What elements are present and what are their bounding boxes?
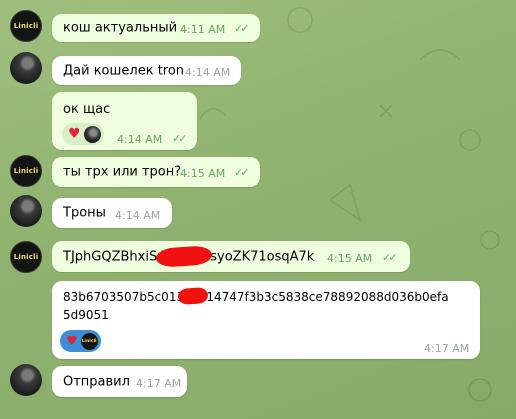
- reactor-avatar: Linicli: [80, 332, 98, 350]
- message-bubble[interactable]: 83b6703507b5c013 e14747f3b3c5838ce788920…: [52, 281, 480, 359]
- read-checks-icon: ✓✓: [382, 251, 398, 264]
- message-time: 4:17 AM: [136, 377, 182, 390]
- message-text: Отправил: [63, 374, 130, 389]
- message-time: 4:15 AM: [327, 252, 373, 265]
- message-bubble[interactable]: ок щас ♥ 4:14 AM ✓✓: [52, 92, 197, 150]
- message-bubble[interactable]: кош актуальный 4:11 AM ✓✓: [52, 14, 260, 42]
- reaction-pill[interactable]: ♥: [62, 123, 104, 145]
- avatar[interactable]: [10, 364, 42, 396]
- avatar[interactable]: [10, 195, 42, 227]
- message-time: 4:11 AM: [180, 23, 226, 36]
- avatar-logo-text: Linicli: [13, 167, 39, 175]
- avatar-logo-text: Linicli: [13, 22, 39, 30]
- message-text: ты трх или трон?: [63, 164, 182, 180]
- reaction-row[interactable]: ♥ Linicli: [60, 330, 101, 352]
- avatar[interactable]: [10, 52, 42, 84]
- message-bubble[interactable]: Отправил 4:17 AM: [52, 366, 187, 397]
- message-text-line2: 5d9051: [63, 308, 109, 322]
- avatar[interactable]: Linicli: [10, 155, 42, 187]
- avatar[interactable]: Linicli: [10, 241, 42, 273]
- reaction-row[interactable]: ♥: [62, 123, 104, 145]
- message-text: кош актуальный: [63, 20, 178, 36]
- message-time: 4:14 AM: [115, 209, 161, 222]
- message-time: 4:17 AM: [424, 342, 470, 355]
- read-checks-icon: ✓✓: [172, 132, 188, 145]
- reactor-avatar: [83, 125, 101, 143]
- message-text-start: TJphGQZBhxiS4: [63, 249, 166, 264]
- reaction-pill[interactable]: ♥ Linicli: [60, 330, 101, 352]
- message-text-line1-end: e14747f3b3c5838ce78892088d036b0efa: [199, 290, 449, 304]
- heart-icon: ♥: [66, 333, 78, 349]
- message-bubble[interactable]: Дай кошелек tron 4:14 AM: [52, 56, 241, 85]
- message-bubble[interactable]: Троны 4:14 AM: [52, 198, 172, 228]
- message-bubble[interactable]: ты трх или трон? 4:15 AM ✓✓: [52, 157, 260, 187]
- message-text: ок щас: [63, 102, 111, 117]
- message-text: Дай кошелек tron: [63, 63, 185, 78]
- read-checks-icon: ✓✓: [234, 22, 250, 35]
- read-checks-icon: ✓✓: [234, 166, 250, 179]
- message-bubble[interactable]: TJphGQZBhxiS4 dsyoZK71osqA7k 4:15 AM ✓✓: [52, 241, 410, 272]
- message-time: 4:15 AM: [180, 167, 226, 180]
- avatar-logo-text: Linicli: [13, 253, 39, 261]
- message-time: 4:14 AM: [185, 66, 231, 79]
- message-time: 4:14 AM: [117, 133, 163, 146]
- reactor-logo-text: Linicli: [81, 338, 97, 344]
- avatar[interactable]: Linicli: [10, 10, 42, 42]
- message-text-end: dsyoZK71osqA7k: [202, 249, 315, 264]
- message-text-line1-start: 83b6703507b5c013: [63, 290, 185, 304]
- message-text: Троны: [63, 205, 106, 221]
- heart-icon: ♥: [68, 126, 81, 142]
